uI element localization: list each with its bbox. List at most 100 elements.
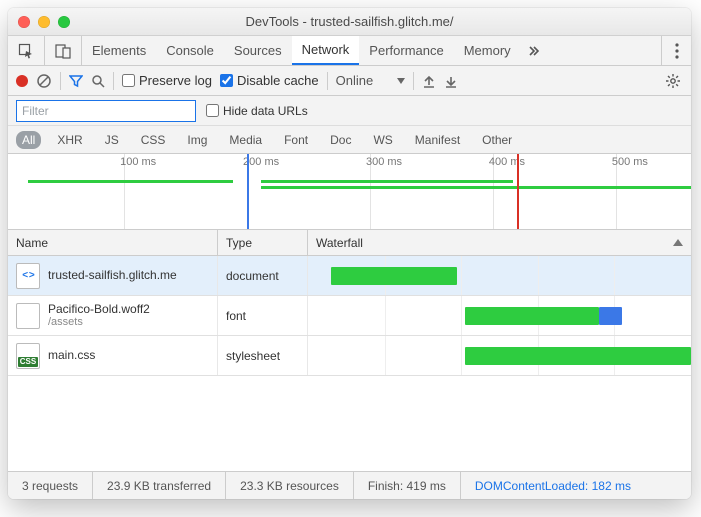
window-title: DevTools - trusted-sailfish.glitch.me/ bbox=[8, 14, 691, 29]
settings-button[interactable] bbox=[665, 73, 681, 89]
filter-font[interactable]: Font bbox=[278, 131, 314, 149]
table-row[interactable]: Pacifico-Bold.woff2/assets font bbox=[8, 296, 691, 336]
waterfall-bar bbox=[465, 347, 691, 365]
timeline-marker bbox=[247, 154, 249, 229]
overview-bar bbox=[261, 186, 691, 189]
chevron-double-right-icon bbox=[528, 45, 540, 57]
waterfall-bar bbox=[599, 307, 622, 325]
table-row[interactable]: CSS main.css stylesheet bbox=[8, 336, 691, 376]
col-name-header[interactable]: Name bbox=[8, 230, 218, 255]
search-icon[interactable] bbox=[91, 74, 105, 88]
window-controls bbox=[8, 16, 70, 28]
timeline-marker bbox=[517, 154, 519, 229]
divider bbox=[60, 72, 61, 90]
more-tabs-button[interactable] bbox=[521, 36, 547, 65]
devtools-window: DevTools - trusted-sailfish.glitch.me/ E… bbox=[8, 8, 691, 499]
timeline-tick: 100 ms bbox=[120, 156, 156, 168]
inspect-icon bbox=[18, 43, 34, 59]
divider bbox=[413, 72, 414, 90]
preserve-log-input[interactable] bbox=[122, 74, 135, 87]
status-transferred: 23.9 KB transferred bbox=[93, 472, 226, 499]
file-icon bbox=[16, 303, 40, 329]
overview-bar bbox=[261, 180, 514, 183]
titlebar: DevTools - trusted-sailfish.glitch.me/ bbox=[8, 8, 691, 36]
filter-js[interactable]: JS bbox=[99, 131, 125, 149]
preserve-log-checkbox[interactable]: Preserve log bbox=[122, 73, 212, 88]
request-name: trusted-sailfish.glitch.me bbox=[48, 268, 177, 282]
col-waterfall-header[interactable]: Waterfall bbox=[308, 230, 691, 255]
table-row[interactable]: trusted-sailfish.glitch.me document bbox=[8, 256, 691, 296]
network-toolbar: Preserve log Disable cache Online bbox=[8, 66, 691, 96]
file-icon: CSS bbox=[16, 343, 40, 369]
device-icon bbox=[55, 43, 71, 59]
filter-input[interactable] bbox=[16, 100, 196, 122]
status-finish: Finish: 419 ms bbox=[354, 472, 461, 499]
overview-bar bbox=[28, 180, 233, 183]
col-type-header[interactable]: Type bbox=[218, 230, 308, 255]
clear-button[interactable] bbox=[36, 73, 52, 89]
tab-network[interactable]: Network bbox=[292, 36, 360, 65]
hide-data-urls-label: Hide data URLs bbox=[223, 104, 308, 118]
tab-sources[interactable]: Sources bbox=[224, 36, 292, 65]
request-path: /assets bbox=[48, 316, 150, 329]
record-button[interactable] bbox=[16, 75, 28, 87]
filter-all[interactable]: All bbox=[16, 131, 41, 149]
preserve-log-label: Preserve log bbox=[139, 73, 212, 88]
panel-tabs: Elements Console Sources Network Perform… bbox=[8, 36, 691, 66]
tab-console[interactable]: Console bbox=[156, 36, 224, 65]
filter-doc[interactable]: Doc bbox=[324, 131, 357, 149]
minimize-window-button[interactable] bbox=[38, 16, 50, 28]
waterfall-bar bbox=[465, 307, 599, 325]
filter-bar: Hide data URLs bbox=[8, 96, 691, 126]
tab-performance[interactable]: Performance bbox=[359, 36, 453, 65]
divider bbox=[113, 72, 114, 90]
filter-img[interactable]: Img bbox=[181, 131, 213, 149]
timeline-overview[interactable]: 100 ms200 ms300 ms400 ms500 ms bbox=[8, 154, 691, 230]
timeline-tick: 300 ms bbox=[366, 156, 402, 168]
filter-css[interactable]: CSS bbox=[135, 131, 172, 149]
upload-har-button[interactable] bbox=[422, 74, 436, 88]
hide-data-urls-checkbox[interactable]: Hide data URLs bbox=[206, 104, 308, 118]
chevron-down-icon bbox=[397, 78, 405, 84]
request-type: stylesheet bbox=[218, 336, 308, 375]
zoom-window-button[interactable] bbox=[58, 16, 70, 28]
filter-media[interactable]: Media bbox=[223, 131, 268, 149]
tab-elements[interactable]: Elements bbox=[82, 36, 156, 65]
request-name: Pacifico-Bold.woff2 bbox=[48, 302, 150, 316]
timeline-tick: 500 ms bbox=[612, 156, 648, 168]
filter-xhr[interactable]: XHR bbox=[51, 131, 88, 149]
disable-cache-input[interactable] bbox=[220, 74, 233, 87]
filter-other[interactable]: Other bbox=[476, 131, 518, 149]
table-header: Name Type Waterfall bbox=[8, 230, 691, 256]
status-bar: 3 requests 23.9 KB transferred 23.3 KB r… bbox=[8, 471, 691, 499]
requests-table: Name Type Waterfall trusted-sailfish.gli… bbox=[8, 230, 691, 471]
status-resources: 23.3 KB resources bbox=[226, 472, 354, 499]
divider bbox=[327, 72, 328, 90]
status-requests: 3 requests bbox=[8, 472, 93, 499]
file-icon bbox=[16, 263, 40, 289]
disable-cache-label: Disable cache bbox=[237, 73, 319, 88]
kebab-menu-button[interactable] bbox=[661, 36, 691, 65]
device-toolbar-button[interactable] bbox=[45, 36, 82, 65]
sort-indicator-icon bbox=[673, 239, 683, 246]
status-dcl: DOMContentLoaded: 182 ms bbox=[461, 472, 645, 499]
close-window-button[interactable] bbox=[18, 16, 30, 28]
request-type: document bbox=[218, 256, 308, 295]
kebab-icon bbox=[675, 43, 679, 59]
timeline-tick: 400 ms bbox=[489, 156, 525, 168]
request-type: font bbox=[218, 296, 308, 335]
throttling-value: Online bbox=[336, 73, 374, 88]
filter-manifest[interactable]: Manifest bbox=[409, 131, 466, 149]
tab-memory[interactable]: Memory bbox=[454, 36, 521, 65]
throttling-select[interactable]: Online bbox=[336, 73, 406, 88]
type-filter-bar: All XHR JS CSS Img Media Font Doc WS Man… bbox=[8, 126, 691, 154]
request-name: main.css bbox=[48, 348, 95, 362]
filter-icon[interactable] bbox=[69, 74, 83, 88]
download-har-button[interactable] bbox=[444, 74, 458, 88]
inspect-element-button[interactable] bbox=[8, 36, 45, 65]
waterfall-bar bbox=[331, 267, 457, 285]
disable-cache-checkbox[interactable]: Disable cache bbox=[220, 73, 319, 88]
hide-data-urls-input[interactable] bbox=[206, 104, 219, 117]
filter-ws[interactable]: WS bbox=[367, 131, 398, 149]
table-body: trusted-sailfish.glitch.medocumentPacifi… bbox=[8, 256, 691, 471]
